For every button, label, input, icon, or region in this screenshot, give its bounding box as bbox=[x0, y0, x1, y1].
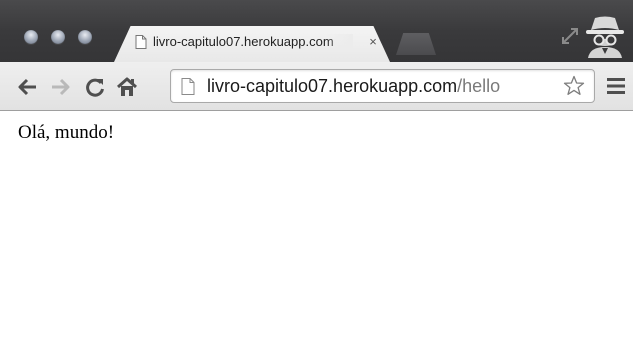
hamburger-menu-icon[interactable] bbox=[606, 77, 626, 95]
close-window-button[interactable] bbox=[24, 30, 38, 44]
incognito-icon bbox=[586, 16, 624, 58]
url-path: /hello bbox=[457, 76, 501, 96]
resize-arrows-icon[interactable] bbox=[560, 26, 580, 46]
page-content bbox=[0, 111, 633, 344]
tab-close-icon[interactable]: × bbox=[366, 34, 380, 50]
page-icon bbox=[135, 35, 147, 49]
minimize-window-button[interactable] bbox=[51, 30, 65, 44]
reload-icon[interactable] bbox=[84, 76, 106, 98]
browser-window: livro-capitulo07.herokuapp.com × livro-c… bbox=[0, 0, 633, 344]
url-text[interactable]: livro-capitulo07.herokuapp.com/hello bbox=[207, 75, 552, 97]
home-icon[interactable] bbox=[116, 76, 138, 98]
zoom-window-button[interactable] bbox=[78, 30, 92, 44]
back-arrow-icon[interactable] bbox=[16, 76, 38, 98]
url-host: livro-capitulo07.herokuapp.com bbox=[207, 76, 458, 96]
star-icon[interactable] bbox=[563, 75, 585, 97]
page-icon bbox=[181, 78, 195, 95]
forward-arrow-icon[interactable] bbox=[50, 76, 72, 98]
tab-title: livro-capitulo07.herokuapp.com bbox=[153, 34, 353, 50]
page-body-text: Olá, mundo! bbox=[18, 122, 115, 143]
